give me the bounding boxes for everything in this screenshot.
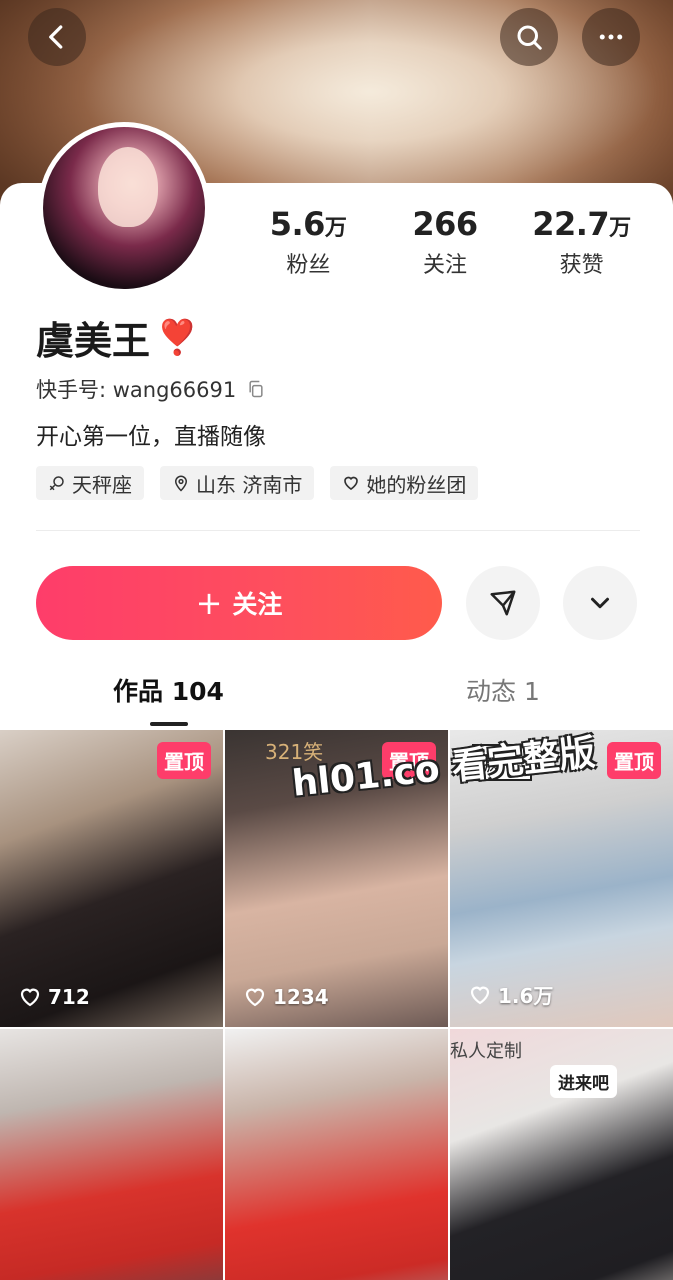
stat-likes[interactable]: 22.7万 获赞 (513, 205, 650, 279)
stat-following-label: 关注 (423, 253, 468, 278)
tag-location-label: 山东 济南市 (196, 472, 303, 497)
stat-likes-number: 22.7 (532, 205, 610, 243)
video-overlay-text: 私人定制 (450, 1041, 522, 1062)
profile-bio: 开心第一位，直播随像 (36, 424, 266, 450)
pinned-badge: 置顶 (157, 742, 211, 779)
kuaishou-id: 快手号: wang66691 (36, 374, 266, 404)
heart-outline-icon (344, 476, 359, 490)
stat-fans-label: 粉丝 (286, 253, 331, 278)
video-overlay-sticker: 进来吧 (550, 1065, 617, 1098)
like-count-value: 1.6万 (498, 984, 554, 1008)
tag-fan-club[interactable]: 她的粉丝团 (330, 466, 479, 500)
profile-name: 虞美王 ❣️ (36, 310, 198, 365)
more-horizontal-icon (599, 34, 623, 40)
video-thumbnail[interactable]: 私人定制 进来吧 (450, 1029, 673, 1280)
tab-active-indicator (150, 722, 188, 726)
stat-fans[interactable]: 5.6万 粉丝 (240, 205, 377, 279)
plus-icon: + (195, 584, 223, 622)
like-count-value: 1234 (273, 985, 329, 1009)
avatar[interactable] (38, 122, 210, 294)
follow-button-label: 关注 (232, 590, 283, 619)
video-thumbnail[interactable] (225, 1029, 448, 1280)
tab-dynamic[interactable]: 动态 1 (466, 672, 540, 708)
back-button[interactable] (28, 8, 86, 66)
tag-constellation-label: 天秤座 (72, 472, 132, 497)
tag-constellation[interactable]: 天秤座 (36, 466, 144, 500)
constellation-icon (49, 476, 64, 491)
tag-location[interactable]: 山东 济南市 (160, 466, 315, 500)
like-count: 1234 (243, 985, 329, 1009)
profile-stats: 5.6万 粉丝 266 关注 22.7万 获赞 (240, 205, 650, 279)
more-button[interactable] (582, 8, 640, 66)
stat-following-number: 266 (412, 205, 478, 243)
chevron-down-icon (591, 597, 609, 609)
kuaishou-id-text: 快手号: wang66691 (36, 378, 237, 402)
tag-fan-club-label: 她的粉丝团 (366, 472, 467, 497)
follow-button[interactable]: + 关注 (36, 566, 442, 640)
send-icon (490, 590, 516, 616)
like-count: 712 (18, 985, 90, 1009)
stat-fans-unit: 万 (324, 216, 347, 241)
search-icon (517, 25, 542, 50)
stat-fans-number: 5.6 (269, 205, 326, 243)
chevron-left-icon (49, 25, 63, 49)
stat-likes-label: 获赞 (559, 253, 604, 278)
pinned-badge: 置顶 (607, 742, 661, 779)
location-pin-icon (174, 475, 188, 492)
stat-following[interactable]: 266 关注 (377, 205, 514, 279)
like-count-value: 712 (48, 985, 90, 1009)
video-thumbnail[interactable]: 置顶 712 (0, 730, 223, 1027)
avatar-image (43, 127, 205, 289)
heart-outline-icon (470, 986, 490, 1004)
divider (36, 530, 640, 531)
heart-outline-icon (20, 988, 40, 1007)
video-thumbnail[interactable] (0, 1029, 223, 1280)
video-grid: 置顶 712 321笑 置顶 1234 疯了 置顶 1.6万 私人定制 进来吧 (0, 730, 673, 1280)
heart-exclamation-icon: ❣️ (156, 317, 199, 358)
heart-outline-icon (245, 988, 265, 1007)
profile-tags: 天秤座 山东 济南市 她的粉丝团 (36, 466, 479, 500)
copy-icon[interactable] (246, 379, 266, 399)
like-count: 1.6万 (468, 980, 553, 1009)
expand-button[interactable] (563, 566, 637, 640)
profile-name-text: 虞美王 (36, 319, 151, 363)
share-button[interactable] (466, 566, 540, 640)
tab-works[interactable]: 作品 104 (113, 672, 224, 708)
search-button[interactable] (500, 8, 558, 66)
stat-likes-unit: 万 (609, 216, 632, 241)
content-tabs: 作品 104 动态 1 (0, 672, 673, 728)
